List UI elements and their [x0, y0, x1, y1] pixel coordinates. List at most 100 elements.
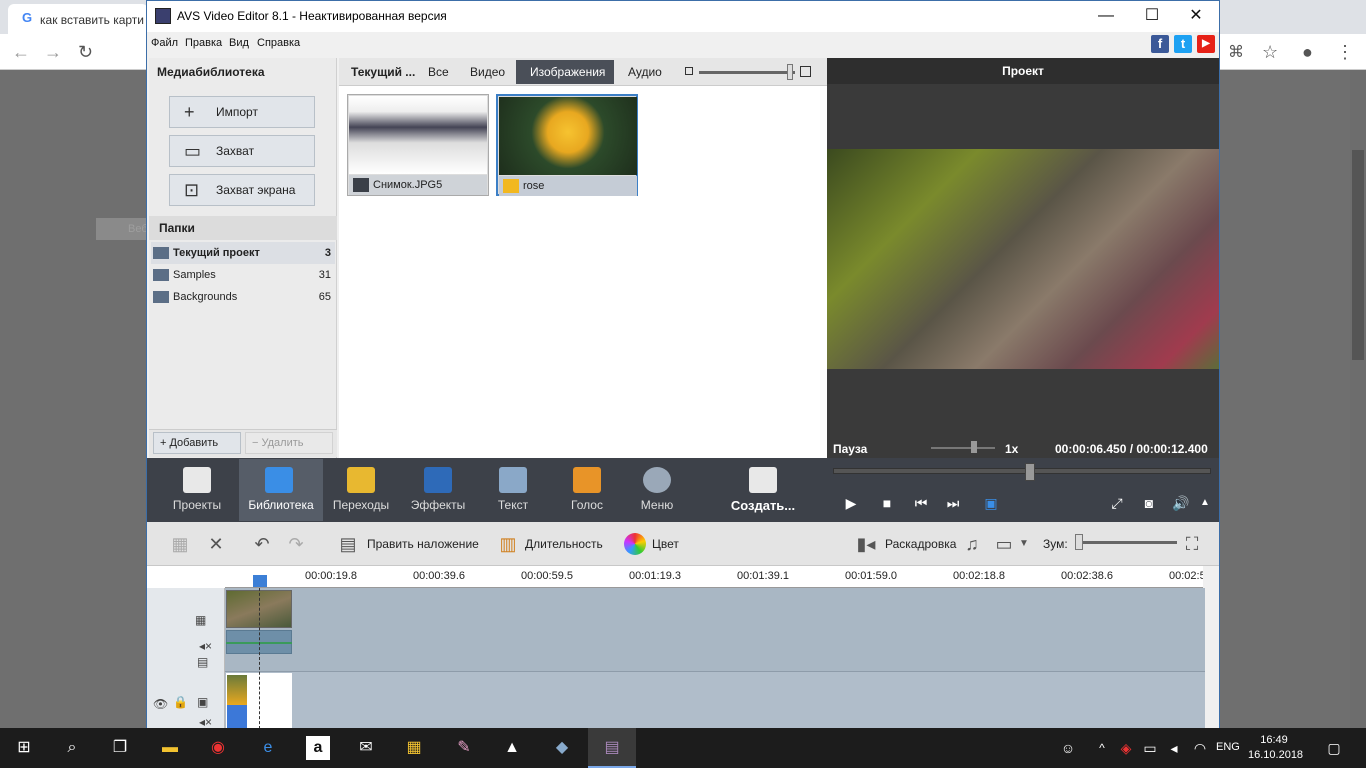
prev-frame-icon[interactable]: ⏮ [911, 493, 931, 513]
media-item-screenshot[interactable]: Снимок.JPG5 [347, 94, 489, 196]
account-icon[interactable]: ● [1302, 42, 1313, 63]
tab-current-project[interactable]: Текущий ... [351, 65, 415, 79]
browser-scroll-thumb[interactable] [1352, 150, 1364, 360]
zoom-small-icon[interactable] [685, 67, 693, 75]
speed-handle[interactable] [971, 441, 977, 453]
file-explorer-icon[interactable]: ▬ [158, 736, 182, 760]
tab-images[interactable]: Изображения [516, 60, 614, 84]
menu-button[interactable]: Меню [617, 459, 697, 521]
storyboard-button[interactable]: Раскадровка [885, 537, 956, 551]
mail-icon[interactable]: ✉ [354, 736, 378, 760]
time-ruler[interactable] [225, 566, 1203, 588]
effects-button[interactable]: Эффекты [398, 459, 478, 521]
tab-all[interactable]: Все [428, 65, 449, 79]
timeline-zoom-slider[interactable] [1079, 541, 1177, 544]
paint-icon[interactable]: ✎ [452, 736, 476, 760]
snapshot-icon[interactable]: ◙ [1139, 493, 1159, 513]
color-icon[interactable] [624, 533, 646, 555]
edge-icon[interactable]: e [256, 736, 280, 760]
menu-view[interactable]: Вид [229, 37, 249, 49]
create-button[interactable]: Создать... [713, 459, 813, 521]
playhead-handle[interactable] [253, 575, 267, 587]
screen-capture-button[interactable]: ⊡ Захват экрана [169, 174, 315, 206]
split-icon[interactable]: ▦ [169, 533, 191, 555]
seek-handle[interactable] [1025, 463, 1035, 481]
tab-audio[interactable]: Аудио [628, 65, 662, 79]
avs-taskbar-icon[interactable]: ▤ [600, 736, 624, 760]
wifi-icon[interactable]: ◠ [1188, 736, 1212, 760]
close-button[interactable]: ✕ [1181, 5, 1211, 27]
eye-icon[interactable]: 👁 [153, 697, 168, 711]
next-frame-icon[interactable]: ⏭ [943, 493, 963, 513]
windows-start-icon[interactable]: ⊞ [12, 736, 36, 760]
projects-button[interactable]: Проекты [157, 459, 237, 521]
delete-icon[interactable]: ✕ [205, 533, 227, 555]
fit-icon[interactable]: ⛶ [1181, 533, 1203, 555]
forward-icon[interactable]: → [44, 42, 62, 63]
duration-icon[interactable]: ▥ [497, 533, 519, 555]
chrome-icon[interactable]: ◉ [206, 736, 230, 760]
lock-icon[interactable]: 🔒 [173, 695, 188, 709]
photos-icon[interactable]: ▲ [500, 736, 524, 760]
youtube-icon[interactable]: ▶ [1197, 35, 1215, 53]
star-icon[interactable]: ☆ [1262, 42, 1278, 63]
antivirus-icon[interactable]: ◈ [1114, 736, 1138, 760]
task-view-icon[interactable]: ❐ [108, 736, 132, 760]
add-button[interactable]: + Добавить [153, 432, 241, 454]
people-icon[interactable]: ☺ [1056, 736, 1080, 760]
language-indicator[interactable]: ENG [1216, 741, 1240, 753]
redo-icon[interactable]: ↷ [285, 533, 307, 555]
loop-icon[interactable]: ▣ [981, 493, 1001, 513]
stop-icon[interactable]: ■ [877, 493, 897, 513]
timeline-scrollbar[interactable] [1205, 566, 1219, 729]
overlay-track[interactable] [225, 671, 1205, 729]
app-icon-blue[interactable]: ◆ [550, 736, 574, 760]
voice-button[interactable]: Голос [547, 459, 627, 521]
folder-samples[interactable]: Samples 31 [151, 264, 335, 286]
amazon-icon[interactable]: a [306, 736, 330, 760]
timeline-zoom-handle[interactable] [1075, 534, 1083, 550]
mute-icon[interactable]: ◂× [199, 639, 212, 653]
translate-icon[interactable]: ⌘ [1228, 42, 1244, 62]
capture-button[interactable]: ▭ Захват [169, 135, 315, 167]
chevron-down-icon[interactable]: ▼ [1013, 533, 1035, 555]
mute-icon[interactable]: ◂× [199, 715, 212, 729]
remove-button[interactable]: − Удалить [245, 432, 333, 454]
text-button[interactable]: Текст [473, 459, 553, 521]
menu-help[interactable]: Справка [257, 37, 300, 49]
thumb-size-slider[interactable] [699, 71, 795, 74]
twitter-icon[interactable]: t [1174, 35, 1192, 53]
display-icon[interactable]: ▭ [993, 533, 1015, 555]
facebook-icon[interactable]: f [1151, 35, 1169, 53]
search-icon[interactable]: ⌕ [60, 736, 84, 760]
media-item-rose[interactable]: rose [496, 94, 638, 196]
fullscreen-icon[interactable]: ⤢ [1107, 493, 1127, 513]
transitions-button[interactable]: Переходы [321, 459, 401, 521]
seek-bar[interactable] [833, 468, 1211, 474]
zoom-large-icon[interactable] [800, 66, 811, 77]
folder-backgrounds[interactable]: Backgrounds 65 [151, 286, 335, 308]
back-icon[interactable]: ← [12, 42, 30, 63]
library-button[interactable]: Библиотека [239, 459, 323, 521]
volume-icon[interactable]: ◂ [1162, 736, 1186, 760]
maximize-button[interactable]: ☐ [1137, 5, 1167, 27]
storyboard-icon[interactable]: ▮◂ [855, 533, 877, 555]
overlay-icon[interactable]: ▤ [337, 533, 359, 555]
speed-slider[interactable] [931, 447, 995, 449]
thumb-size-handle[interactable] [787, 64, 793, 80]
reload-icon[interactable]: ↻ [78, 42, 93, 63]
volume-icon[interactable]: 🔊 [1171, 493, 1191, 513]
minimize-button[interactable]: — [1091, 5, 1121, 27]
undo-icon[interactable]: ↶ [251, 533, 273, 555]
notifications-icon[interactable]: ▢ [1322, 736, 1346, 760]
tab-video[interactable]: Видео [470, 65, 505, 79]
volume-menu-icon[interactable]: ▲ [1195, 493, 1215, 513]
playhead[interactable] [259, 588, 260, 729]
battery-icon[interactable]: ▭ [1138, 736, 1162, 760]
menu-icon[interactable]: ⋮ [1336, 42, 1354, 63]
menu-edit[interactable]: Правка [185, 37, 222, 49]
audio-mixer-icon[interactable]: ♫ [961, 533, 983, 555]
import-button[interactable]: + Импорт [169, 96, 315, 128]
color-button[interactable]: Цвет [652, 537, 679, 551]
clock[interactable]: 16:49 16.10.2018 [1248, 733, 1303, 763]
